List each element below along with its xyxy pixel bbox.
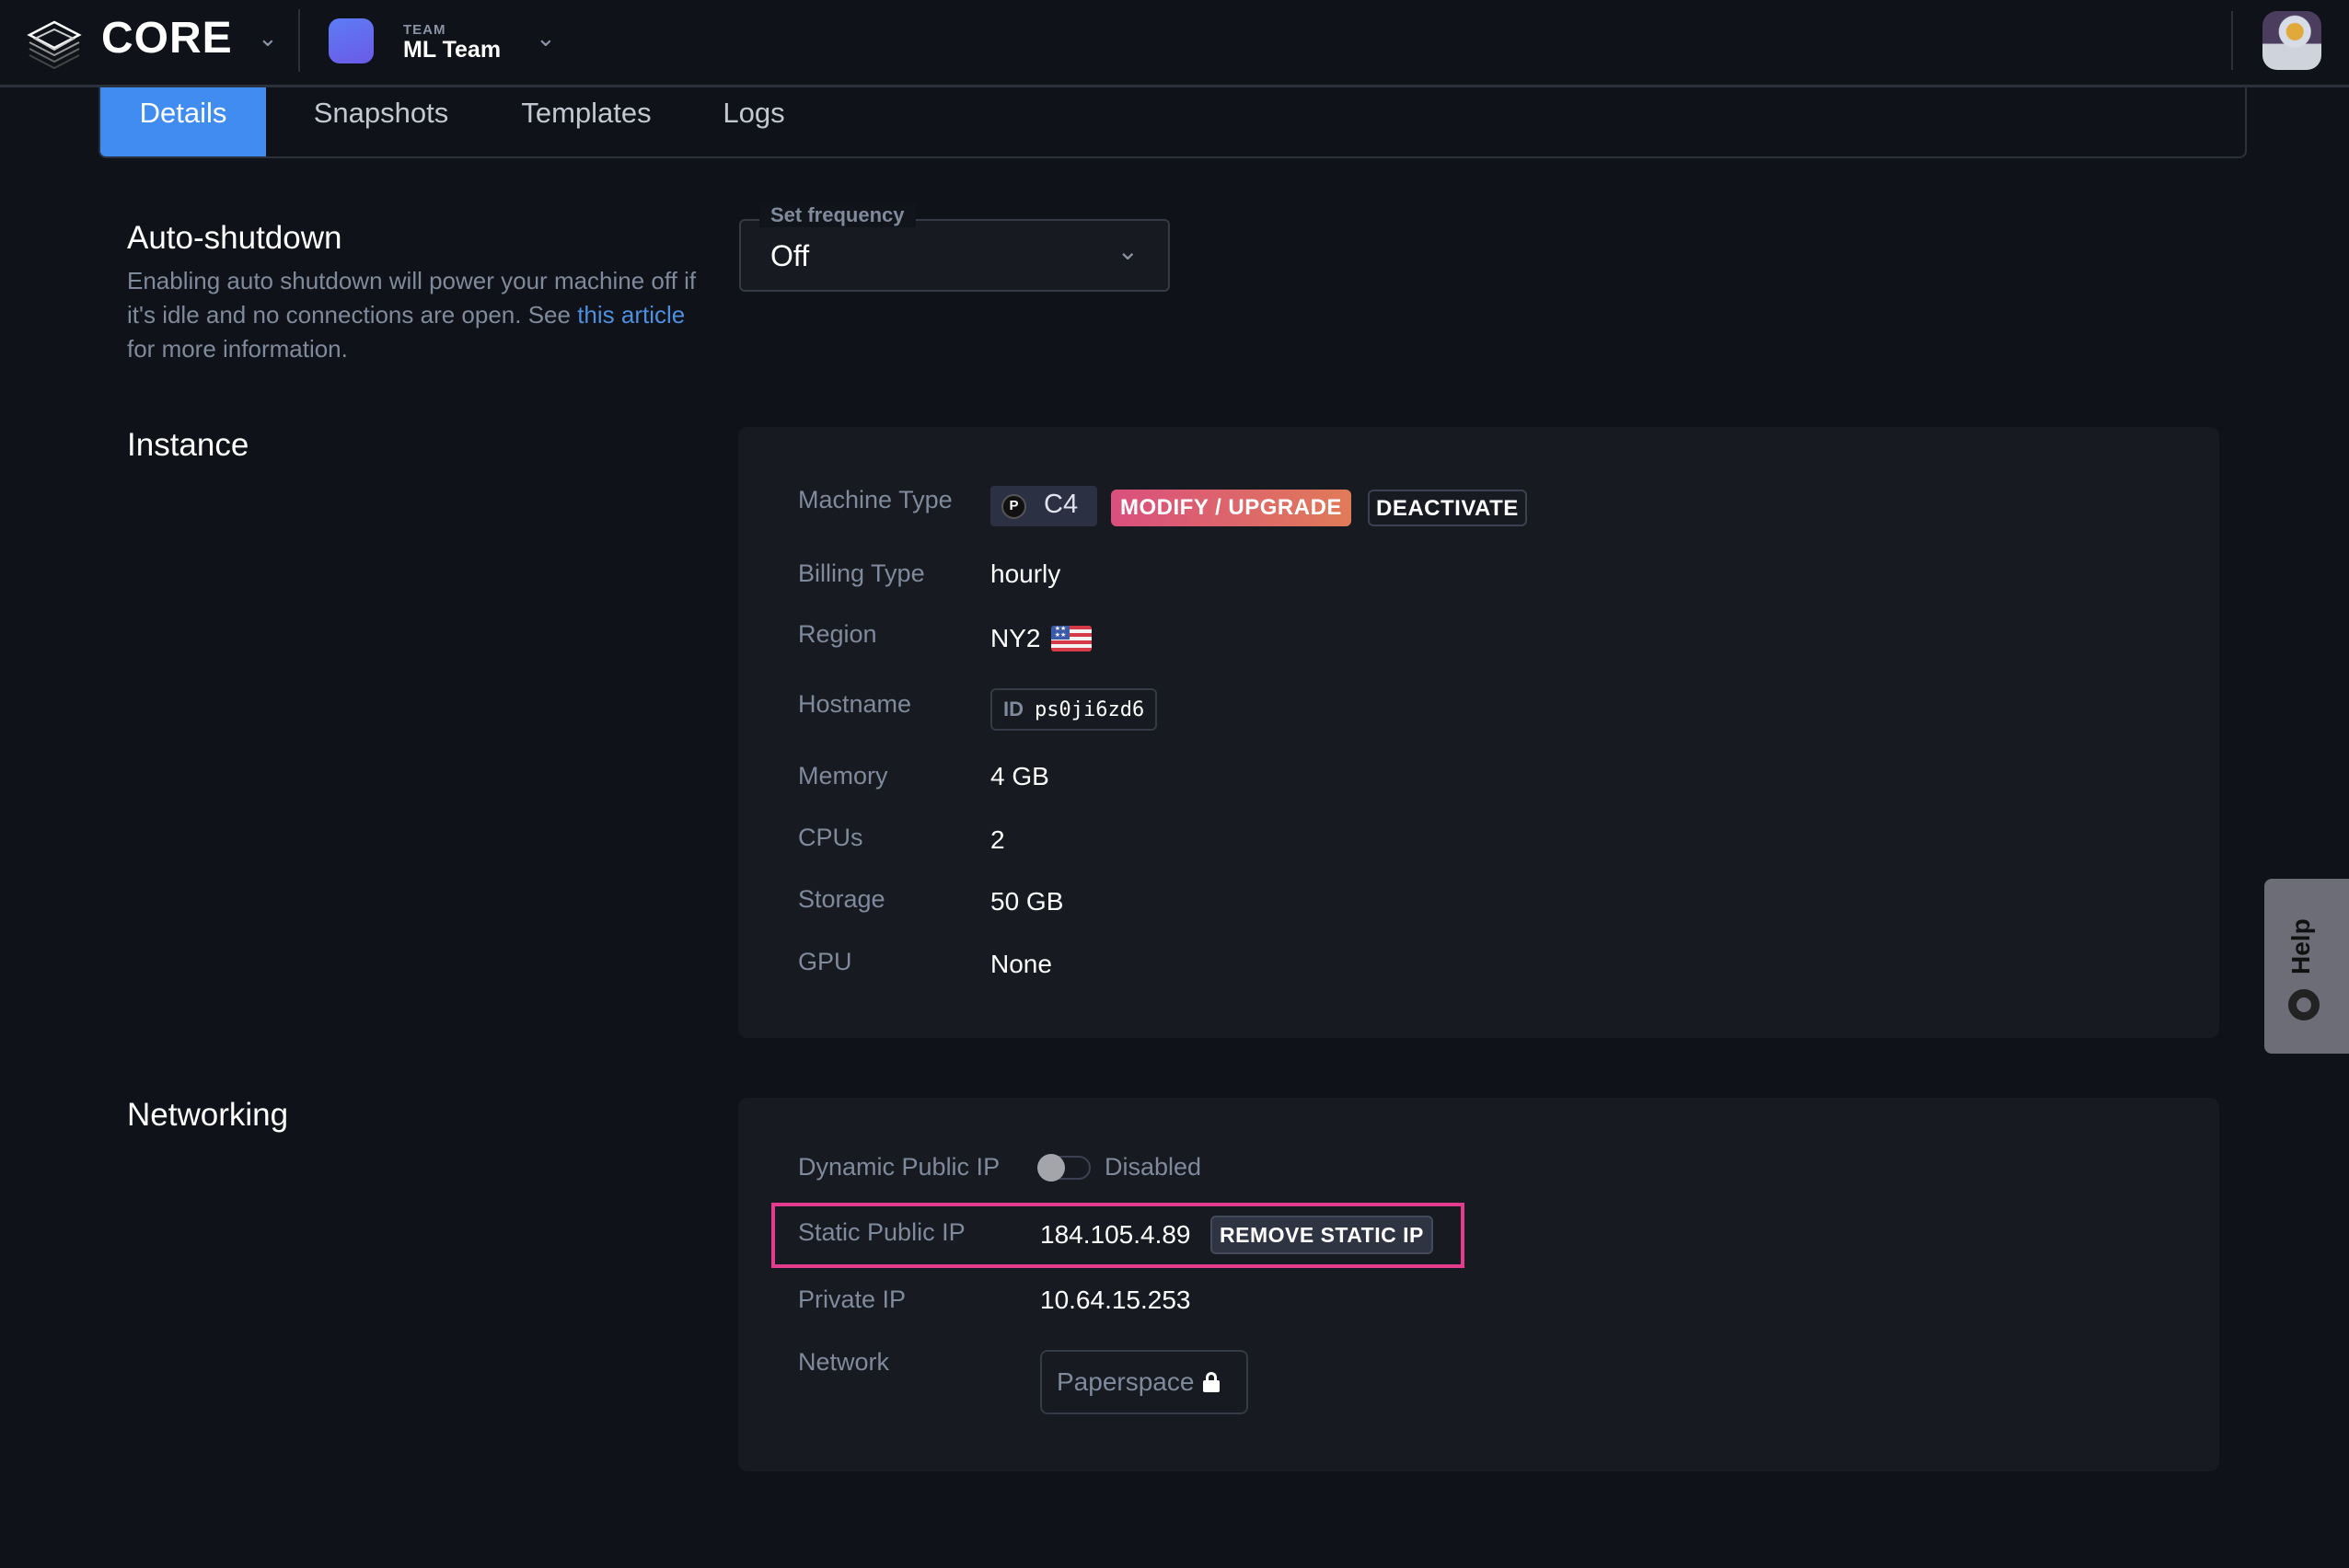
product-switcher-chevron-icon[interactable]: ⌄ — [258, 24, 278, 52]
tab-snapshots[interactable]: Snapshots — [294, 87, 469, 156]
private-ip-value: 10.64.15.253 — [1040, 1286, 1191, 1314]
static-ip-highlight — [771, 1203, 1464, 1268]
tab-details[interactable]: Details — [100, 87, 266, 156]
dynamic-ip-toggle[interactable] — [1037, 1154, 1091, 1182]
machine-type-badge: P C4 — [990, 486, 1097, 526]
billing-type-label: Billing Type — [798, 559, 925, 587]
gpu-label: GPU — [798, 948, 852, 975]
team-caption: TEAM — [403, 22, 446, 38]
id-tag: ID — [1003, 698, 1024, 721]
help-button[interactable]: Help — [2264, 879, 2349, 1054]
cpus-label: CPUs — [798, 824, 863, 851]
frequency-select-label: Set frequency — [759, 203, 916, 227]
auto-shutdown-title: Auto-shutdown — [127, 220, 342, 256]
instance-panel: Machine Type P C4 MODIFY / UPGRADE DEACT… — [738, 427, 2219, 1038]
tab-templates[interactable]: Templates — [503, 87, 669, 156]
machine-tabs: Details Snapshots Templates Logs — [98, 87, 2247, 158]
storage-value: 50 GB — [990, 887, 1064, 916]
billing-type-value: hourly — [990, 559, 1061, 588]
networking-panel: Dynamic Public IP Disabled Static Public… — [738, 1098, 2219, 1471]
gpu-value: None — [990, 950, 1052, 978]
memory-label: Memory — [798, 762, 888, 790]
region-label: Region — [798, 620, 877, 648]
private-ip-label: Private IP — [798, 1286, 907, 1313]
dynamic-ip-label: Dynamic Public IP — [798, 1153, 1001, 1181]
help-label: Help — [2286, 918, 2315, 974]
header-divider — [2231, 11, 2233, 70]
toggle-knob — [1037, 1154, 1065, 1182]
network-field: Paperspace — [1040, 1350, 1248, 1414]
paperspace-icon: P — [1001, 494, 1026, 519]
chevron-down-icon: ⌄ — [1117, 236, 1139, 265]
network-value: Paperspace — [1057, 1367, 1195, 1396]
network-label: Network — [798, 1348, 890, 1376]
user-avatar[interactable] — [2262, 11, 2321, 70]
lock-icon — [1203, 1372, 1221, 1392]
dynamic-ip-state: Disabled — [1105, 1153, 1202, 1181]
top-nav-bar: CORE ⌄ TEAM ML Team ⌄ — [0, 0, 2349, 87]
modify-upgrade-button[interactable]: MODIFY / UPGRADE — [1111, 490, 1351, 526]
tab-logs[interactable]: Logs — [708, 87, 800, 156]
team-name[interactable]: ML Team — [403, 37, 501, 63]
lifebuoy-icon — [2288, 989, 2320, 1020]
deactivate-button[interactable]: DEACTIVATE — [1368, 490, 1527, 526]
description-text: for more information. — [127, 335, 348, 363]
brand-name[interactable]: CORE — [101, 13, 233, 63]
frequency-select[interactable]: Set frequency Off ⌄ — [739, 203, 1170, 292]
frequency-select-value: Off — [770, 239, 810, 272]
team-switcher-chevron-icon[interactable]: ⌄ — [536, 24, 556, 52]
hostname-chip[interactable]: ID ps0ji6zd6 — [990, 688, 1158, 731]
hostname-value: ps0ji6zd6 — [1035, 698, 1145, 721]
header-divider — [298, 9, 300, 72]
us-flag-icon: ★★ ★★ — [1051, 626, 1092, 651]
hostname-label: Hostname — [798, 690, 912, 718]
instance-title: Instance — [127, 427, 249, 463]
memory-value: 4 GB — [990, 762, 1049, 790]
networking-title: Networking — [127, 1097, 289, 1133]
machine-type-label: Machine Type — [798, 486, 953, 513]
core-logo-icon — [27, 20, 82, 70]
region-value: NY2 — [990, 624, 1041, 652]
machine-type-value: C4 — [1044, 490, 1079, 519]
team-avatar[interactable] — [329, 18, 374, 63]
article-link[interactable]: this article — [577, 301, 685, 329]
cpus-value: 2 — [990, 825, 1005, 854]
storage-label: Storage — [798, 885, 885, 913]
auto-shutdown-description: Enabling auto shutdown will power your m… — [127, 264, 698, 366]
